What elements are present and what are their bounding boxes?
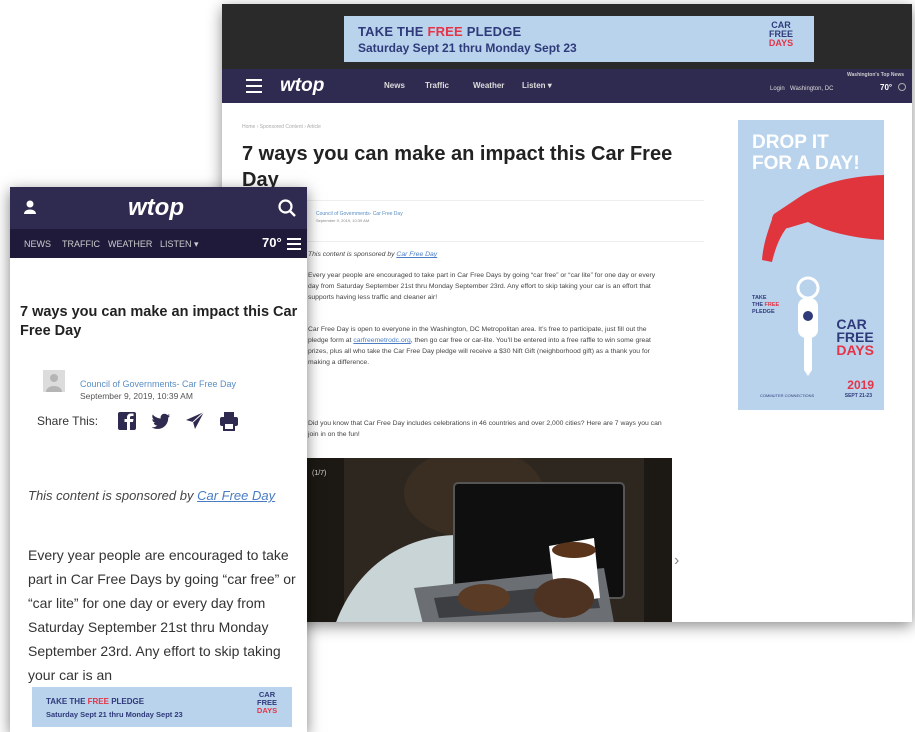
print-icon[interactable] bbox=[219, 411, 239, 431]
avatar bbox=[43, 370, 65, 392]
send-icon[interactable] bbox=[185, 411, 205, 431]
temperature[interactable]: 70° bbox=[880, 83, 892, 92]
car-free-days-logo: CAR FREE DAYS bbox=[836, 316, 874, 358]
ad-pledge-text: TAKE THE FREE PLEDGE bbox=[752, 295, 780, 315]
temperature[interactable]: 70° bbox=[262, 235, 282, 250]
paragraph-1: Every year people are encouraged to take… bbox=[308, 272, 656, 301]
nav-traffic[interactable]: Traffic bbox=[425, 81, 449, 90]
tagline: Washington's Top News bbox=[846, 72, 904, 78]
desktop-top-ad-banner[interactable]: TAKE THE FREE PLEDGE Saturday Sept 21 th… bbox=[344, 16, 814, 62]
ad-line2: Saturday Sept 21 thru Monday Sept 23 bbox=[46, 710, 183, 719]
nav-listen[interactable]: Listen ▾ bbox=[522, 81, 552, 90]
ad-line1: TAKE THE FREE PLEDGE bbox=[46, 697, 145, 706]
side-ad[interactable]: DROP IT FOR A DAY! TAKE THE FREE PLEDGE … bbox=[738, 120, 884, 410]
search-icon[interactable] bbox=[278, 199, 296, 217]
slideshow-image[interactable]: (1/7) bbox=[304, 458, 672, 622]
next-slide-chevron-icon[interactable]: › bbox=[674, 552, 679, 570]
mobile-header: wtop bbox=[10, 187, 307, 229]
wtop-logo[interactable]: wtop bbox=[128, 194, 184, 222]
desktop-navbar: wtop News Traffic Weather Listen ▾ Washi… bbox=[222, 69, 912, 103]
search-icon[interactable] bbox=[898, 83, 906, 91]
publish-date: September 9, 2019, 10:39 AM bbox=[316, 218, 370, 223]
nav-news[interactable]: News bbox=[384, 81, 405, 90]
ad-sponsor: COMMUTER CONNECTIONS bbox=[760, 393, 815, 398]
mobile-navbar: NEWS TRAFFIC WEATHER LISTEN ▾ 70° bbox=[10, 229, 307, 258]
user-icon[interactable] bbox=[24, 200, 36, 214]
nav-weather[interactable]: WEATHER bbox=[108, 239, 152, 249]
car-free-days-logo: CAR FREE DAYS bbox=[768, 20, 794, 48]
sponsor-note: This content is sponsored by Car Free Da… bbox=[308, 251, 438, 258]
desktop-ad-bar: TAKE THE FREE PLEDGE Saturday Sept 21 th… bbox=[222, 4, 912, 69]
author-link[interactable]: Council of Governments- Car Free Day bbox=[80, 379, 236, 389]
nav-listen[interactable]: LISTEN ▾ bbox=[160, 239, 199, 250]
hamburger-menu-icon[interactable] bbox=[287, 238, 301, 250]
publish-date: September 9, 2019, 10:39 AM bbox=[80, 391, 193, 401]
sponsor-link[interactable]: Car Free Day bbox=[197, 488, 275, 503]
ad-year: 2019 bbox=[847, 378, 874, 392]
laptop-photo bbox=[304, 458, 672, 622]
breadcrumb[interactable]: Home › Sponsored Content › Article bbox=[242, 124, 321, 130]
nav-traffic[interactable]: TRAFFIC bbox=[62, 239, 100, 249]
sponsor-note: This content is sponsored by Car Free Da… bbox=[28, 488, 276, 503]
hamburger-menu-icon[interactable] bbox=[246, 79, 262, 93]
author-link[interactable]: Council of Governments- Car Free Day bbox=[316, 211, 403, 217]
article-title: 7 ways you can make an impact this Car F… bbox=[20, 304, 298, 339]
mobile-window: wtop NEWS TRAFFIC WEATHER LISTEN ▾ 70° 7… bbox=[10, 187, 307, 732]
desktop-window: TAKE THE FREE PLEDGE Saturday Sept 21 th… bbox=[222, 4, 912, 622]
car-free-days-logo: CAR FREE DAYS bbox=[256, 690, 278, 715]
login-link[interactable]: Login bbox=[770, 86, 785, 92]
location-link[interactable]: Washington, DC bbox=[790, 86, 833, 92]
ad-headline: DROP IT FOR A DAY! bbox=[752, 132, 860, 174]
article-title: 7 ways you can make an impact this Car F… bbox=[242, 143, 673, 191]
article-body: Every year people are encouraged to take… bbox=[28, 547, 296, 683]
ad-dates: SEPT 21-23 bbox=[844, 393, 872, 399]
paragraph-2: Car Free Day is open to everyone in the … bbox=[308, 326, 651, 366]
slide-counter: (1/7) bbox=[312, 470, 327, 477]
facebook-icon[interactable] bbox=[117, 411, 137, 431]
pledge-link[interactable]: carfreemetrodc.org bbox=[353, 337, 410, 344]
wtop-logo[interactable]: wtop bbox=[280, 75, 324, 97]
ad-line2: Saturday Sept 21 thru Monday Sept 23 bbox=[358, 41, 577, 55]
nav-news[interactable]: NEWS bbox=[24, 239, 51, 249]
twitter-icon[interactable] bbox=[151, 411, 171, 431]
nav-weather[interactable]: Weather bbox=[473, 81, 504, 90]
ad-line1: TAKE THE FREE PLEDGE bbox=[358, 24, 522, 39]
mobile-bottom-ad-banner[interactable]: TAKE THE FREE PLEDGE Saturday Sept 21 th… bbox=[32, 687, 292, 727]
sponsor-link[interactable]: Car Free Day bbox=[396, 251, 437, 258]
share-label: Share This: bbox=[37, 414, 99, 428]
paragraph-3: Did you know that Car Free Day includes … bbox=[308, 420, 662, 438]
byline: Council of Governments- Car Free Day Sep… bbox=[242, 200, 704, 242]
